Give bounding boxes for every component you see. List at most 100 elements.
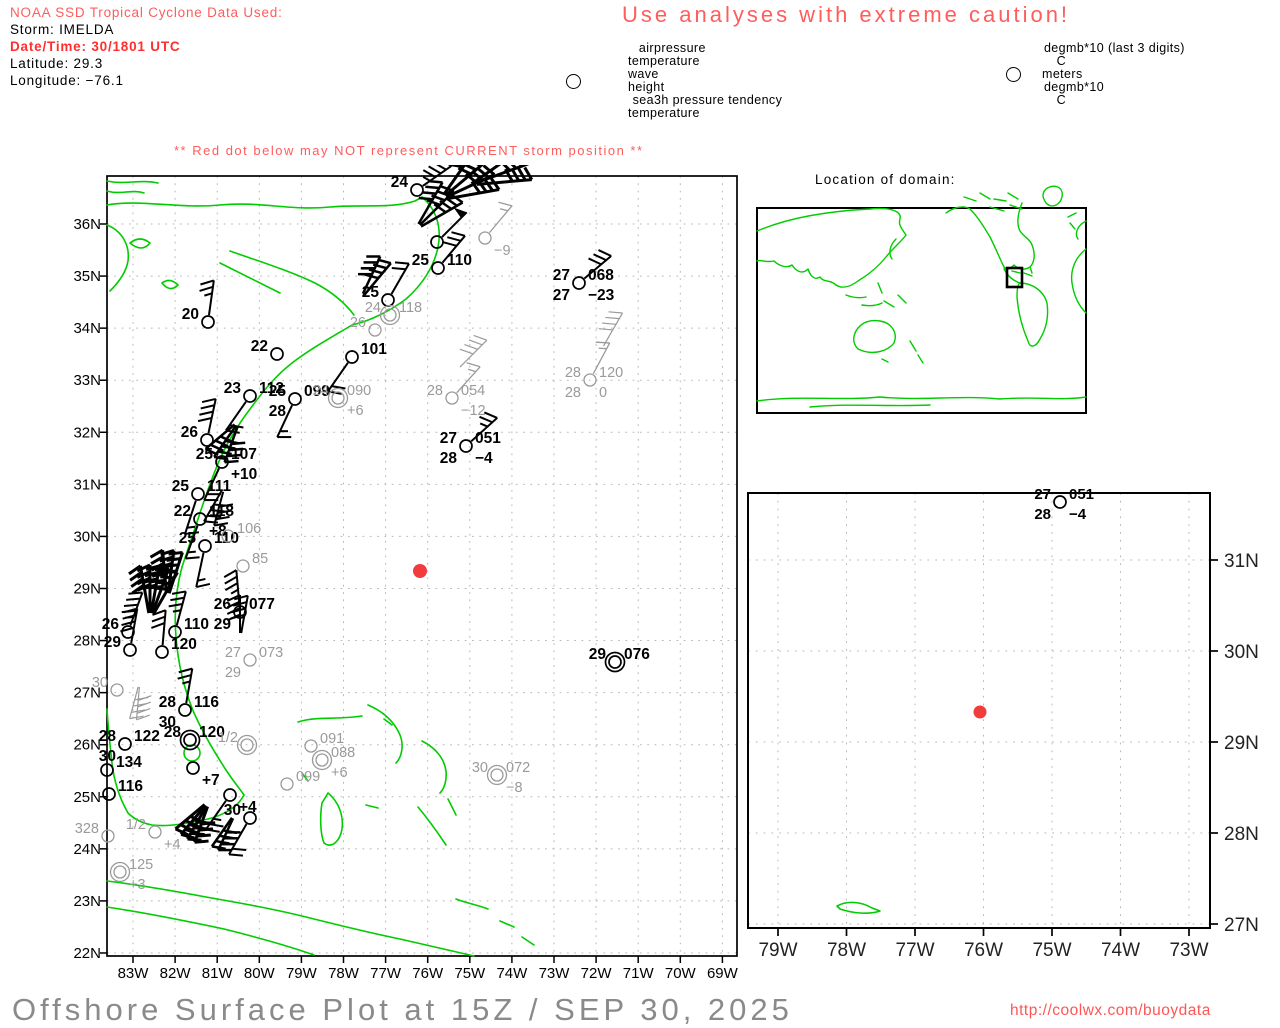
station-value: 30 <box>99 748 116 765</box>
coastline <box>321 793 343 845</box>
station-value: 077 <box>249 596 275 613</box>
lat-axis-label: 29N <box>73 580 101 597</box>
lat-axis-label: 31N <box>73 476 101 493</box>
station-value: 073 <box>259 645 283 661</box>
coastline <box>175 567 244 795</box>
lon-axis-label: 74W <box>1101 940 1140 961</box>
station-value: 118 <box>209 503 234 520</box>
coastline <box>107 907 314 955</box>
station-plot: 2706827−23 <box>553 250 615 304</box>
station-value: 25 <box>196 446 214 463</box>
legend-station-circle-wrap <box>518 42 628 120</box>
lon-axis-label: 74W <box>496 965 528 982</box>
units-degc-bottom: deg C <box>1042 81 1066 107</box>
station-value: 28 <box>440 450 458 467</box>
coastline <box>757 260 836 285</box>
lat-axis-label: 28N <box>1224 824 1259 845</box>
coastline <box>184 745 200 761</box>
station-value: 26 <box>102 616 120 633</box>
inset-frame <box>757 208 1086 413</box>
noaa-data-source-line: NOAA SSD Tropical Cyclone Data Used: <box>10 4 283 21</box>
station-value: 22 <box>251 338 268 355</box>
longitude-line: Longitude: −76.1 <box>10 72 283 89</box>
station-plot: 22 <box>251 338 283 360</box>
legend-pressure: pressure <box>654 42 782 68</box>
station-value: 068 <box>588 267 614 284</box>
coastline <box>878 239 896 293</box>
units-degc-top: deg C <box>1042 42 1066 68</box>
source-url-link[interactable]: http://coolwx.com/buoydata <box>1010 1002 1211 1020</box>
station-plot <box>431 208 467 248</box>
station-value: 28 <box>99 728 117 745</box>
coastline <box>757 208 906 287</box>
station-value: 088 <box>331 745 355 761</box>
storm-name-line: Storm: IMELDA <box>10 21 283 38</box>
lon-axis-label: 77W <box>370 965 402 982</box>
station-value: 24 <box>391 174 409 191</box>
station-value: −23 <box>588 287 615 304</box>
domain-map-stations: 2705128−4 <box>974 486 1095 719</box>
storm-position-dot <box>974 706 987 719</box>
wind-barb-cluster <box>212 818 241 850</box>
lat-axis-label: 34N <box>73 320 101 337</box>
station-value: 051 <box>475 430 501 447</box>
lon-axis-label: 78W <box>827 940 866 961</box>
station-model-legend: air temperature pressure wave height sea… <box>518 42 782 120</box>
station-value: 27 <box>553 287 570 304</box>
station-value: −12 <box>461 403 486 419</box>
station-value: 112 <box>259 380 284 397</box>
station-value: 27 <box>225 645 241 661</box>
wind-barb-cluster <box>460 335 487 367</box>
station-plot: 1/2 <box>218 730 257 755</box>
station-value: 28 <box>1034 506 1051 523</box>
coastline <box>107 881 474 956</box>
station-value: +6 <box>347 403 364 419</box>
coastline-domain <box>837 902 880 913</box>
lat-axis-label: 31N <box>1224 551 1259 572</box>
lat-axis-label: 30N <box>1224 642 1259 663</box>
station-value: 125 <box>129 857 153 873</box>
station-value: 090 <box>347 383 371 399</box>
lon-axis-label: 69W <box>707 965 739 982</box>
lon-axis-label: 73W <box>1169 940 1208 961</box>
station-plot: 2705128−4 <box>1034 486 1094 523</box>
lon-axis-label: 81W <box>202 965 234 982</box>
station-value: 26 <box>181 424 199 441</box>
station-value: 107 <box>231 446 257 463</box>
coastline <box>107 225 128 291</box>
coastline <box>882 341 923 363</box>
station-value: 111 <box>207 478 232 495</box>
station-value: 25 <box>362 284 380 301</box>
station-plot: 1/2+4 <box>126 817 181 853</box>
station-value: −8 <box>506 780 523 796</box>
station-value: 29 <box>225 665 241 681</box>
legend-sea-temperature: sea temperature <box>628 94 654 120</box>
station-value: 20 <box>182 306 199 323</box>
lat-axis-label: 29N <box>1224 733 1259 754</box>
lat-axis-label: 25N <box>73 789 101 806</box>
lat-axis-label: 36N <box>73 216 101 233</box>
coastline <box>946 207 1004 267</box>
station-value: 28 <box>427 383 443 399</box>
domain-box-marker <box>1007 268 1022 287</box>
caution-title: Use analyses with extreme caution! <box>622 2 1070 28</box>
station-value: 26 <box>214 596 232 613</box>
station-value: −9 <box>494 243 511 259</box>
lat-axis-label: 28N <box>73 633 101 650</box>
units-station-circle-wrap <box>984 42 1042 107</box>
station-plot: 29076 <box>589 646 650 672</box>
station-plot: 26 <box>181 399 216 446</box>
station-value: 076 <box>624 646 650 663</box>
units-mb10-last3: mb*10 (last 3 digits) <box>1066 42 1185 68</box>
station-value: −4 <box>1069 506 1087 523</box>
station-plot: 328 <box>75 821 114 842</box>
station-value: 24 <box>365 300 381 316</box>
station-value: 101 <box>361 341 387 358</box>
station-plot: 24 <box>391 165 452 196</box>
lat-axis-label: 23N <box>73 893 101 910</box>
coastline-world <box>757 186 1086 407</box>
legend-blank <box>654 68 782 94</box>
station-value: 134 <box>116 754 142 771</box>
station-value: 0 <box>599 385 607 401</box>
station-value: +3 <box>129 877 146 893</box>
